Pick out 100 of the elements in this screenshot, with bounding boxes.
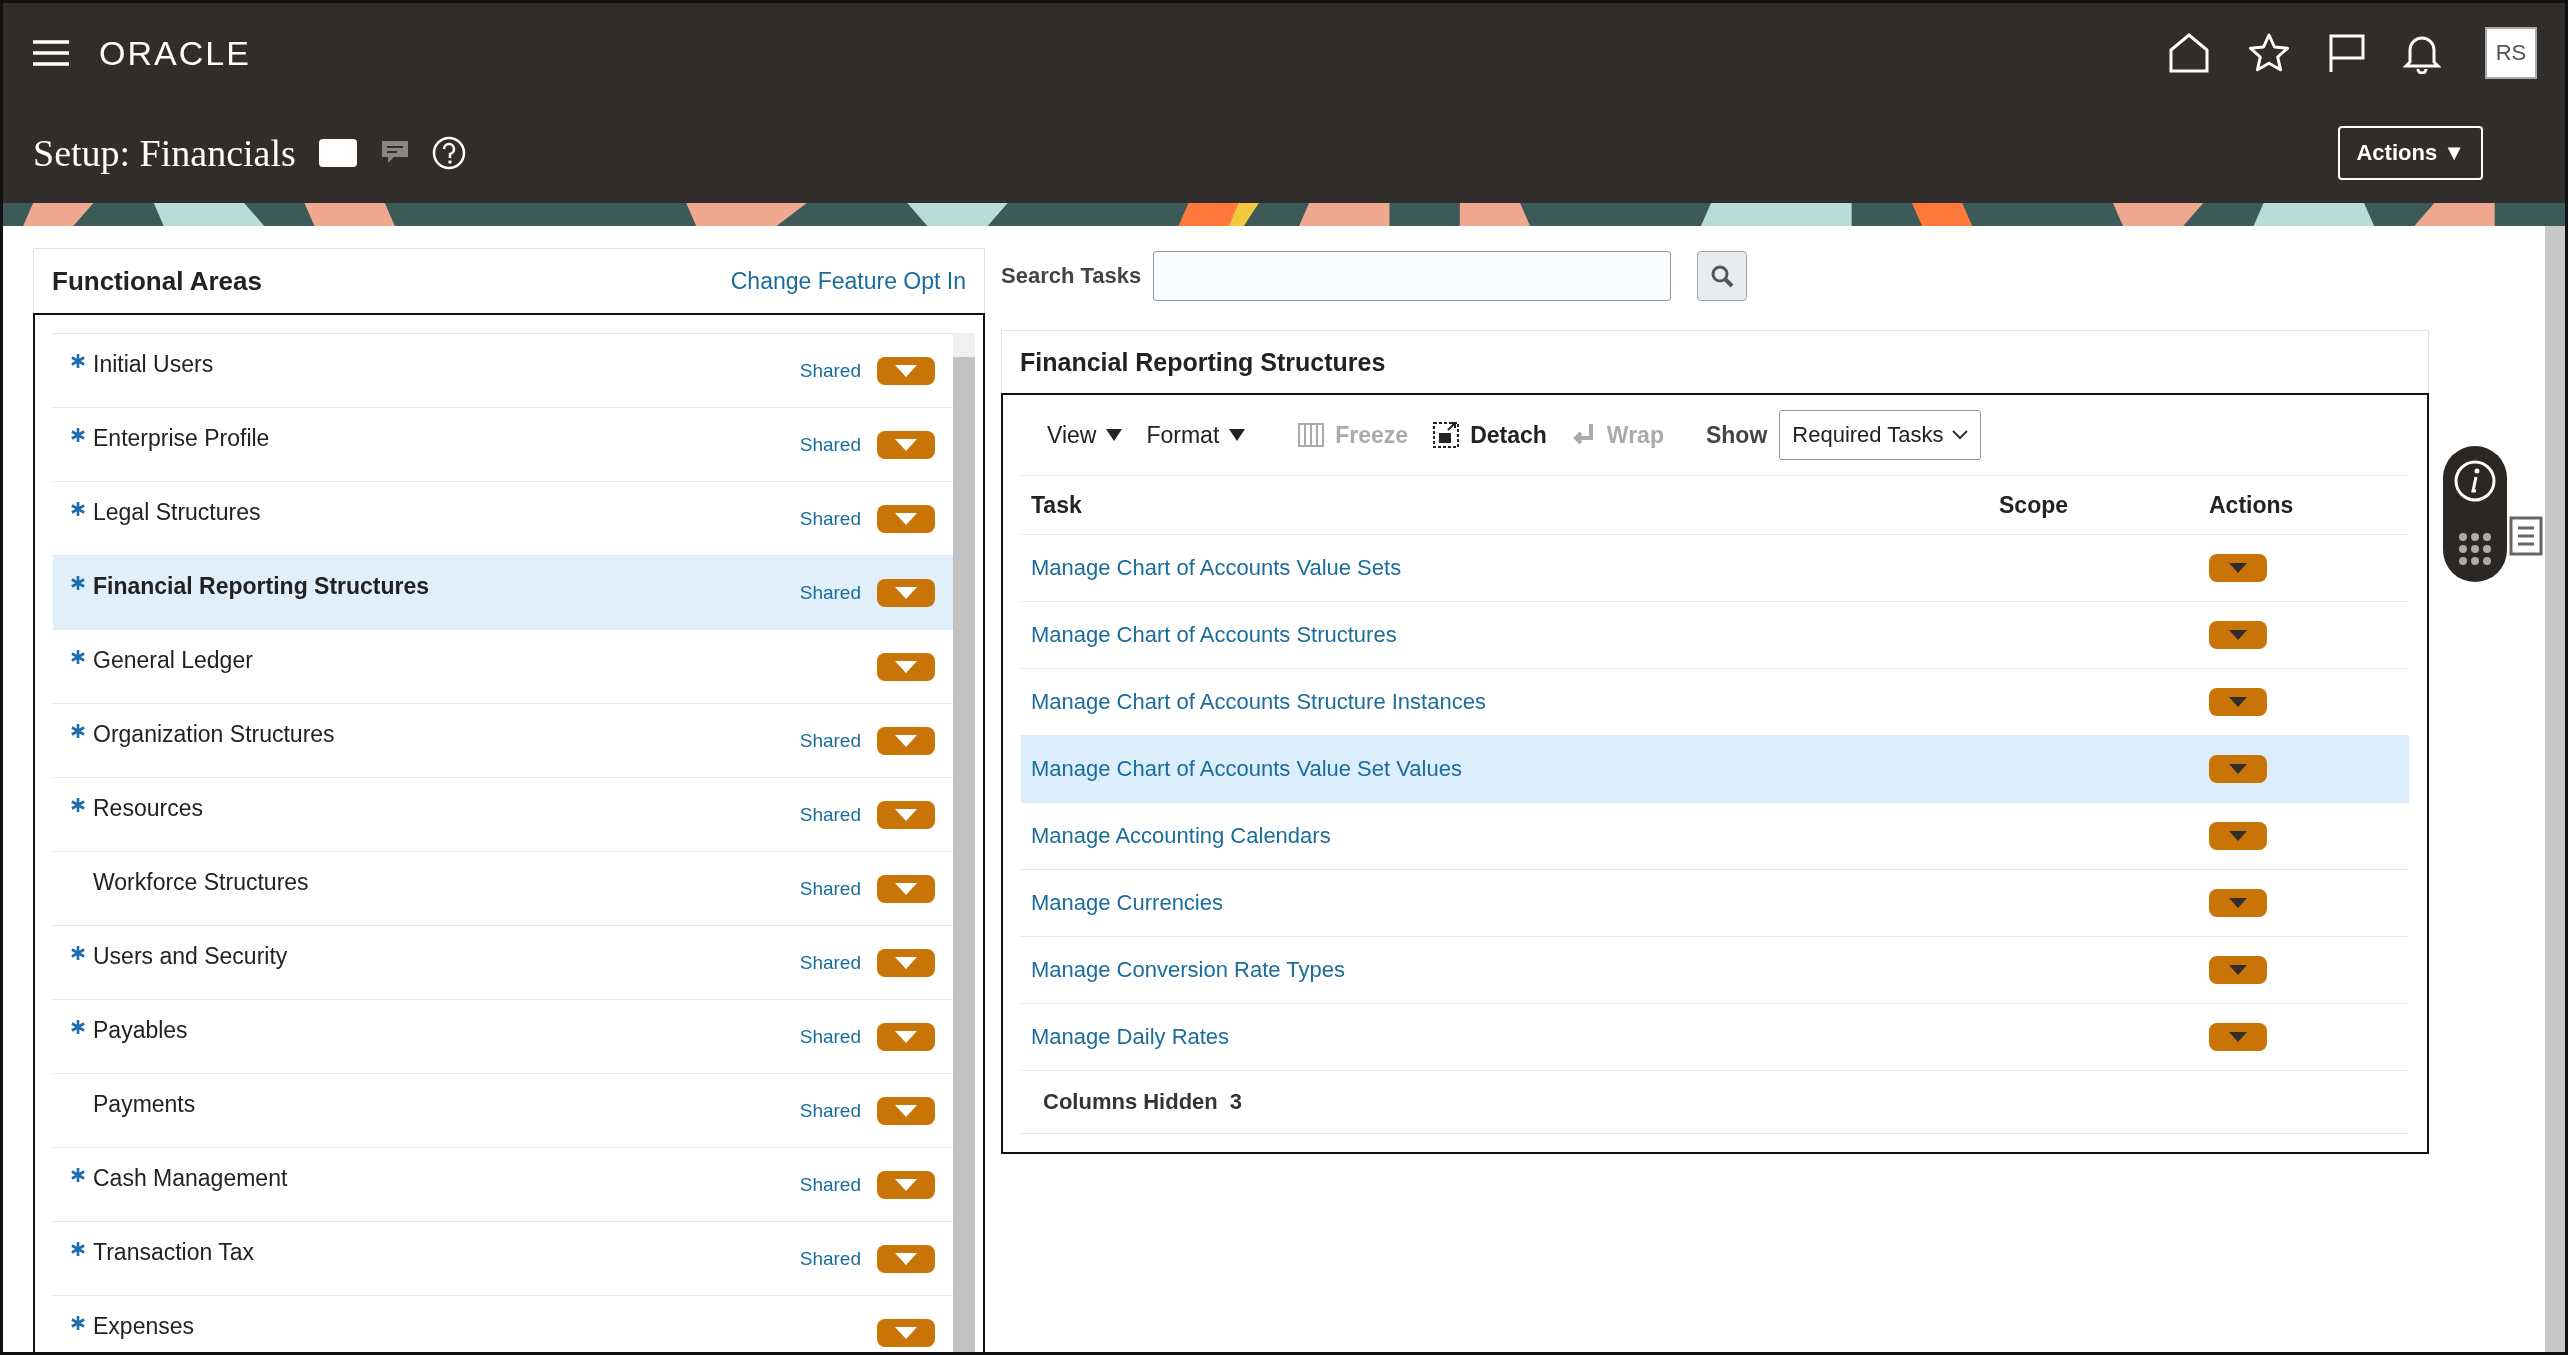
dropdown-button[interactable] (2209, 688, 2267, 716)
columns-hidden-label: Columns Hidden (1043, 1089, 1218, 1115)
dropdown-button[interactable] (2209, 755, 2267, 783)
page-scrollbar[interactable] (2545, 226, 2565, 1352)
area-label: Initial Users (93, 351, 214, 378)
area-label: Workforce Structures (93, 869, 309, 896)
columns-hidden-count: 3 (1229, 1089, 1243, 1115)
task-row[interactable]: Manage Conversion Rate Types (1021, 937, 2409, 1004)
column-header: Scope (1999, 491, 2070, 519)
functional-area-item[interactable]: Cash Management Shared (53, 1148, 953, 1222)
caret-icon (2229, 965, 2247, 975)
caret-icon (895, 586, 917, 599)
home-icon[interactable] (2167, 32, 2211, 74)
dropdown-button[interactable] (2209, 1023, 2267, 1051)
freeze-columns-icon (1297, 422, 1326, 448)
functional-area-item[interactable]: Payments Shared (53, 1074, 953, 1148)
list-icon[interactable] (2509, 516, 2543, 556)
shared-label: Shared (799, 877, 861, 900)
area-label: Organization Structures (93, 721, 335, 748)
functional-area-item[interactable]: Payables Shared (53, 1000, 953, 1074)
task-row[interactable]: Manage Chart of Accounts Value Sets (1021, 535, 2409, 602)
dropdown-button[interactable] (2209, 889, 2267, 917)
toolbar-button[interactable]: Format (1140, 417, 1252, 453)
functional-area-item[interactable]: Workforce Structures Shared (53, 852, 953, 926)
dropdown-button[interactable] (2209, 956, 2267, 984)
task-link[interactable]: Manage Chart of Accounts Value Set Values (1021, 756, 1999, 782)
area-label: Users and Security (93, 943, 288, 970)
search-button[interactable] (1697, 251, 1748, 301)
task-row[interactable]: Manage Accounting Calendars (1021, 803, 2409, 870)
caret-icon (2229, 764, 2247, 774)
functional-area-item[interactable]: Enterprise Profile Shared (53, 408, 953, 482)
user-avatar[interactable]: RS (2485, 27, 2537, 79)
caret-icon (2229, 563, 2247, 573)
caret-icon (895, 882, 917, 895)
functional-area-item[interactable]: Financial Reporting Structures Shared (53, 556, 953, 630)
caret-icon (895, 1104, 917, 1117)
task-link[interactable]: Manage Accounting Calendars (1021, 823, 1999, 849)
message-icon[interactable] (317, 138, 358, 168)
task-row[interactable]: Manage Daily Rates (1021, 1004, 2409, 1071)
chevron-icon (1951, 430, 1968, 440)
dropdown-button[interactable] (2209, 822, 2267, 850)
functional-area-item[interactable]: Resources Shared (53, 778, 953, 852)
floating-widget[interactable] (2443, 446, 2507, 582)
dropdown-button[interactable] (2209, 554, 2267, 582)
show-dropdown[interactable]: Required Tasks (1779, 410, 1981, 460)
help-icon[interactable] (431, 136, 466, 170)
dropdown-button[interactable] (2209, 621, 2267, 649)
area-label: Resources (93, 795, 203, 822)
change-feature-link[interactable]: Change Feature Opt In (730, 267, 966, 295)
caret-icon (2229, 898, 2247, 908)
task-row[interactable]: Manage Chart of Accounts Structures (1021, 602, 2409, 669)
caret-icon (895, 1252, 917, 1265)
column-header: Task (1030, 491, 1083, 519)
shared-label: Shared (799, 433, 861, 456)
functional-area-item[interactable]: General Ledger (53, 630, 953, 704)
search-icon (1710, 264, 1735, 288)
caret-icon (895, 1326, 917, 1339)
functional-area-item[interactable]: Organization Structures Shared (53, 704, 953, 778)
caret-icon (895, 956, 917, 969)
toolbar-button[interactable]: Detach (1426, 417, 1553, 453)
shared-label: Shared (799, 1247, 861, 1270)
caret-icon (895, 808, 917, 821)
actions-button[interactable]: Actions ▼ (2338, 126, 2483, 180)
task-link[interactable]: Manage Conversion Rate Types (1021, 957, 1999, 983)
caret-icon (895, 1030, 917, 1043)
task-row[interactable]: Manage Currencies (1021, 870, 2409, 937)
caret-icon (895, 364, 917, 377)
task-link[interactable]: Manage Chart of Accounts Structures (1021, 622, 1999, 648)
area-label: Enterprise Profile (93, 425, 270, 452)
task-link[interactable]: Manage Chart of Accounts Structure Instances (1021, 689, 1999, 715)
logo: ORACLE (99, 33, 251, 73)
area-label: Legal Structures (93, 499, 261, 526)
info-icon[interactable] (2453, 459, 2497, 503)
search-label: Search Tasks (1001, 263, 1142, 289)
task-link[interactable]: Manage Currencies (1021, 890, 1999, 916)
caret-icon (895, 660, 917, 673)
shared-label: Shared (799, 1173, 861, 1196)
functional-area-item[interactable]: Expenses (53, 1296, 953, 1352)
task-link[interactable]: Manage Chart of Accounts Value Sets (1021, 555, 1999, 581)
search-field[interactable] (1153, 251, 1672, 301)
area-label: Financial Reporting Structures (93, 573, 430, 600)
menu-icon[interactable] (31, 38, 71, 68)
functional-area-item[interactable]: Transaction Tax Shared (53, 1222, 953, 1296)
star-icon[interactable] (2247, 32, 2291, 74)
task-row[interactable]: Manage Chart of Accounts Value Set Values (1021, 736, 2409, 803)
shared-label: Shared (799, 951, 861, 974)
scrollbar[interactable] (953, 333, 975, 1352)
column-header: Actions (2209, 491, 2295, 519)
task-link[interactable]: Manage Daily Rates (1021, 1024, 1999, 1050)
flag-icon[interactable] (2327, 32, 2367, 74)
functional-area-item[interactable]: Users and Security Shared (53, 926, 953, 1000)
caret-icon (2229, 831, 2247, 841)
shared-label: Shared (799, 803, 861, 826)
area-label: General Ledger (93, 647, 253, 674)
area-label: Payments (93, 1091, 196, 1118)
panel-title: Financial Reporting Structures (1001, 330, 2429, 393)
area-label: Cash Management (93, 1165, 288, 1192)
caret-icon (2229, 630, 2247, 640)
toolbar-button[interactable]: View (1041, 417, 1129, 453)
functional-area-item[interactable]: Initial Users Shared (53, 334, 953, 408)
